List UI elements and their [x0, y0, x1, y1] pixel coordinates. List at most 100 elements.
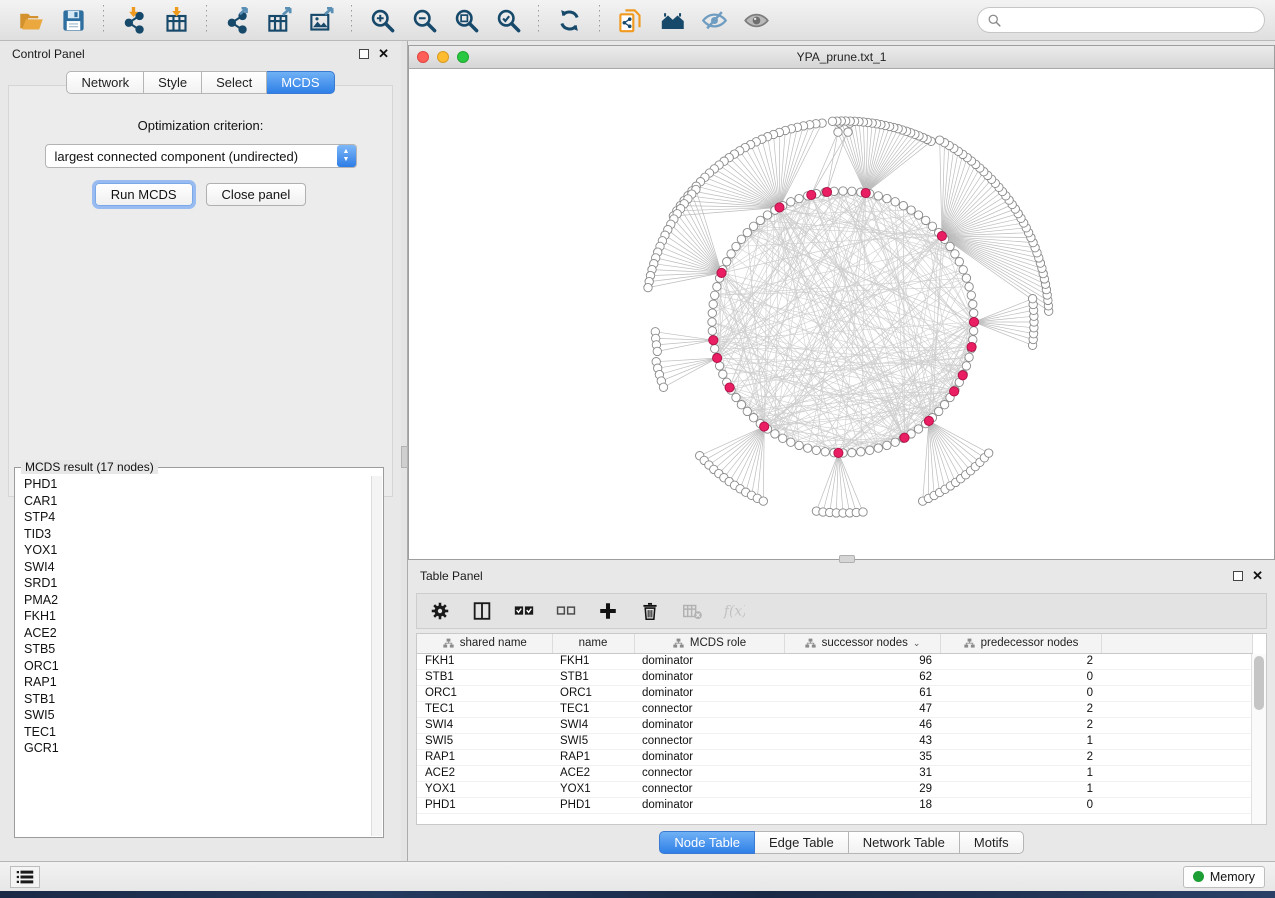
vertical-splitter-handle[interactable]: [401, 446, 408, 468]
tab-motifs[interactable]: Motifs: [960, 831, 1024, 854]
show-columns-button[interactable]: [471, 600, 493, 622]
table-row[interactable]: RAP1RAP1dominator352: [417, 749, 1253, 765]
table-tabs: Node TableEdge TableNetwork TableMotifs: [659, 831, 1023, 854]
delete-button[interactable]: [639, 600, 661, 622]
zoom-out-button[interactable]: [407, 4, 441, 36]
table-row[interactable]: ACE2ACE2connector311: [417, 765, 1253, 781]
mcds-list-scrollbar[interactable]: [371, 476, 382, 836]
toolbar-separator: [351, 5, 352, 35]
table-row[interactable]: ORC1ORC1dominator610: [417, 685, 1253, 701]
show-all-button[interactable]: [739, 4, 773, 36]
mcds-result-item[interactable]: STB5: [16, 641, 371, 658]
close-panel-icon[interactable]: ✕: [378, 49, 389, 59]
tab-mcds[interactable]: MCDS: [267, 71, 334, 94]
network-canvas[interactable]: [409, 69, 1274, 559]
table-cell: RAP1: [417, 749, 552, 765]
copy-network-button[interactable]: [613, 4, 647, 36]
table-row[interactable]: FKH1FKH1dominator962: [417, 653, 1253, 669]
table-cell-filler: [1101, 669, 1253, 685]
tab-node-table[interactable]: Node Table: [659, 831, 755, 854]
table-cell: 0: [940, 797, 1101, 813]
mcds-result-item[interactable]: SRD1: [16, 575, 371, 592]
mcds-result-item[interactable]: STB1: [16, 691, 371, 708]
export-image-button[interactable]: [304, 4, 338, 36]
settings-button[interactable]: [429, 600, 451, 622]
export-network-button[interactable]: [220, 4, 254, 36]
save-button[interactable]: [56, 4, 90, 36]
table-row[interactable]: SWI5SWI5connector431: [417, 733, 1253, 749]
mcds-result-item[interactable]: ORC1: [16, 658, 371, 675]
hide-selected-button[interactable]: [697, 4, 731, 36]
network-window-titlebar[interactable]: YPA_prune.txt_1: [409, 46, 1274, 69]
table-cell: SWI5: [552, 733, 634, 749]
mcds-result-item[interactable]: TEC1: [16, 724, 371, 741]
zoom-fit-button[interactable]: [449, 4, 483, 36]
tab-edge-table[interactable]: Edge Table: [755, 831, 849, 854]
column-header-predecessor-nodes[interactable]: predecessor nodes: [940, 634, 1101, 653]
zoom-selected-button[interactable]: [491, 4, 525, 36]
column-header-shared-name[interactable]: shared name: [417, 634, 552, 653]
control-panel-title: Control Panel: [12, 47, 85, 61]
optimization-criterion-select[interactable]: largest connected component (undirected)…: [45, 144, 357, 168]
column-header-successor-nodes[interactable]: successor nodes⌄: [784, 634, 940, 653]
mcds-result-item[interactable]: GCR1: [16, 740, 371, 757]
search-box[interactable]: [977, 7, 1265, 33]
search-icon: [987, 13, 1002, 28]
table-cell: FKH1: [417, 653, 552, 669]
table-row[interactable]: SWI4SWI4dominator462: [417, 717, 1253, 733]
tab-select[interactable]: Select: [202, 71, 267, 94]
task-history-button[interactable]: [10, 866, 40, 888]
memory-button[interactable]: Memory: [1183, 866, 1265, 888]
mcds-result-item[interactable]: SWI5: [16, 707, 371, 724]
plus-icon: [597, 600, 619, 622]
table-row[interactable]: TEC1TEC1connector472: [417, 701, 1253, 717]
control-panel-tabs: NetworkStyleSelectMCDS: [66, 71, 334, 94]
mcds-result-item[interactable]: PMA2: [16, 592, 371, 609]
network-window: YPA_prune.txt_1: [408, 45, 1275, 560]
table-row[interactable]: YOX1YOX1connector291: [417, 781, 1253, 797]
import-network-button[interactable]: [117, 4, 151, 36]
mcds-result-item[interactable]: FKH1: [16, 608, 371, 625]
mcds-result-item[interactable]: ACE2: [16, 625, 371, 642]
table-cell: FKH1: [552, 653, 634, 669]
mcds-result-item[interactable]: STP4: [16, 509, 371, 526]
mcds-result-item[interactable]: PHD1: [16, 476, 371, 493]
column-header-name[interactable]: name: [552, 634, 634, 653]
table-scrollbar[interactable]: [1251, 654, 1266, 824]
close-panel-button[interactable]: Close panel: [206, 183, 307, 206]
float-window-icon[interactable]: [359, 49, 369, 59]
mcds-result-item[interactable]: RAP1: [16, 674, 371, 691]
column-header-MCDS-role[interactable]: MCDS role: [634, 634, 784, 653]
tab-style[interactable]: Style: [144, 71, 202, 94]
function-builder-button: f(x): [723, 600, 745, 622]
first-neighbors-button[interactable]: [655, 4, 689, 36]
select-all-button[interactable]: [513, 600, 535, 622]
zoom-out-icon: [411, 7, 438, 34]
refresh-button[interactable]: [552, 4, 586, 36]
search-input[interactable]: [1007, 13, 1255, 27]
mcds-result-item[interactable]: CAR1: [16, 493, 371, 510]
table-cell: 61: [784, 685, 940, 701]
houses-icon: [659, 7, 686, 34]
mcds-result-item[interactable]: SWI4: [16, 559, 371, 576]
tab-network[interactable]: Network: [66, 71, 144, 94]
open-button[interactable]: [14, 4, 48, 36]
mcds-result-item[interactable]: TID3: [16, 526, 371, 543]
table-cell: 62: [784, 669, 940, 685]
deselect-all-button[interactable]: [555, 600, 577, 622]
close-table-panel-icon[interactable]: ✕: [1252, 571, 1263, 581]
table-row[interactable]: PHD1PHD1dominator180: [417, 797, 1253, 813]
export-table-button[interactable]: [262, 4, 296, 36]
run-mcds-button[interactable]: Run MCDS: [95, 183, 193, 206]
import-table-button[interactable]: [159, 4, 193, 36]
tab-network-table[interactable]: Network Table: [849, 831, 960, 854]
horizontal-splitter-handle[interactable]: [839, 555, 855, 563]
mcds-result-item[interactable]: YOX1: [16, 542, 371, 559]
zoom-in-button[interactable]: [365, 4, 399, 36]
table-cell: YOX1: [552, 781, 634, 797]
eye-slash-icon: [701, 7, 728, 34]
table-scrollbar-thumb[interactable]: [1254, 656, 1264, 710]
add-button[interactable]: [597, 600, 619, 622]
float-table-panel-icon[interactable]: [1233, 571, 1243, 581]
table-row[interactable]: STB1STB1dominator620: [417, 669, 1253, 685]
